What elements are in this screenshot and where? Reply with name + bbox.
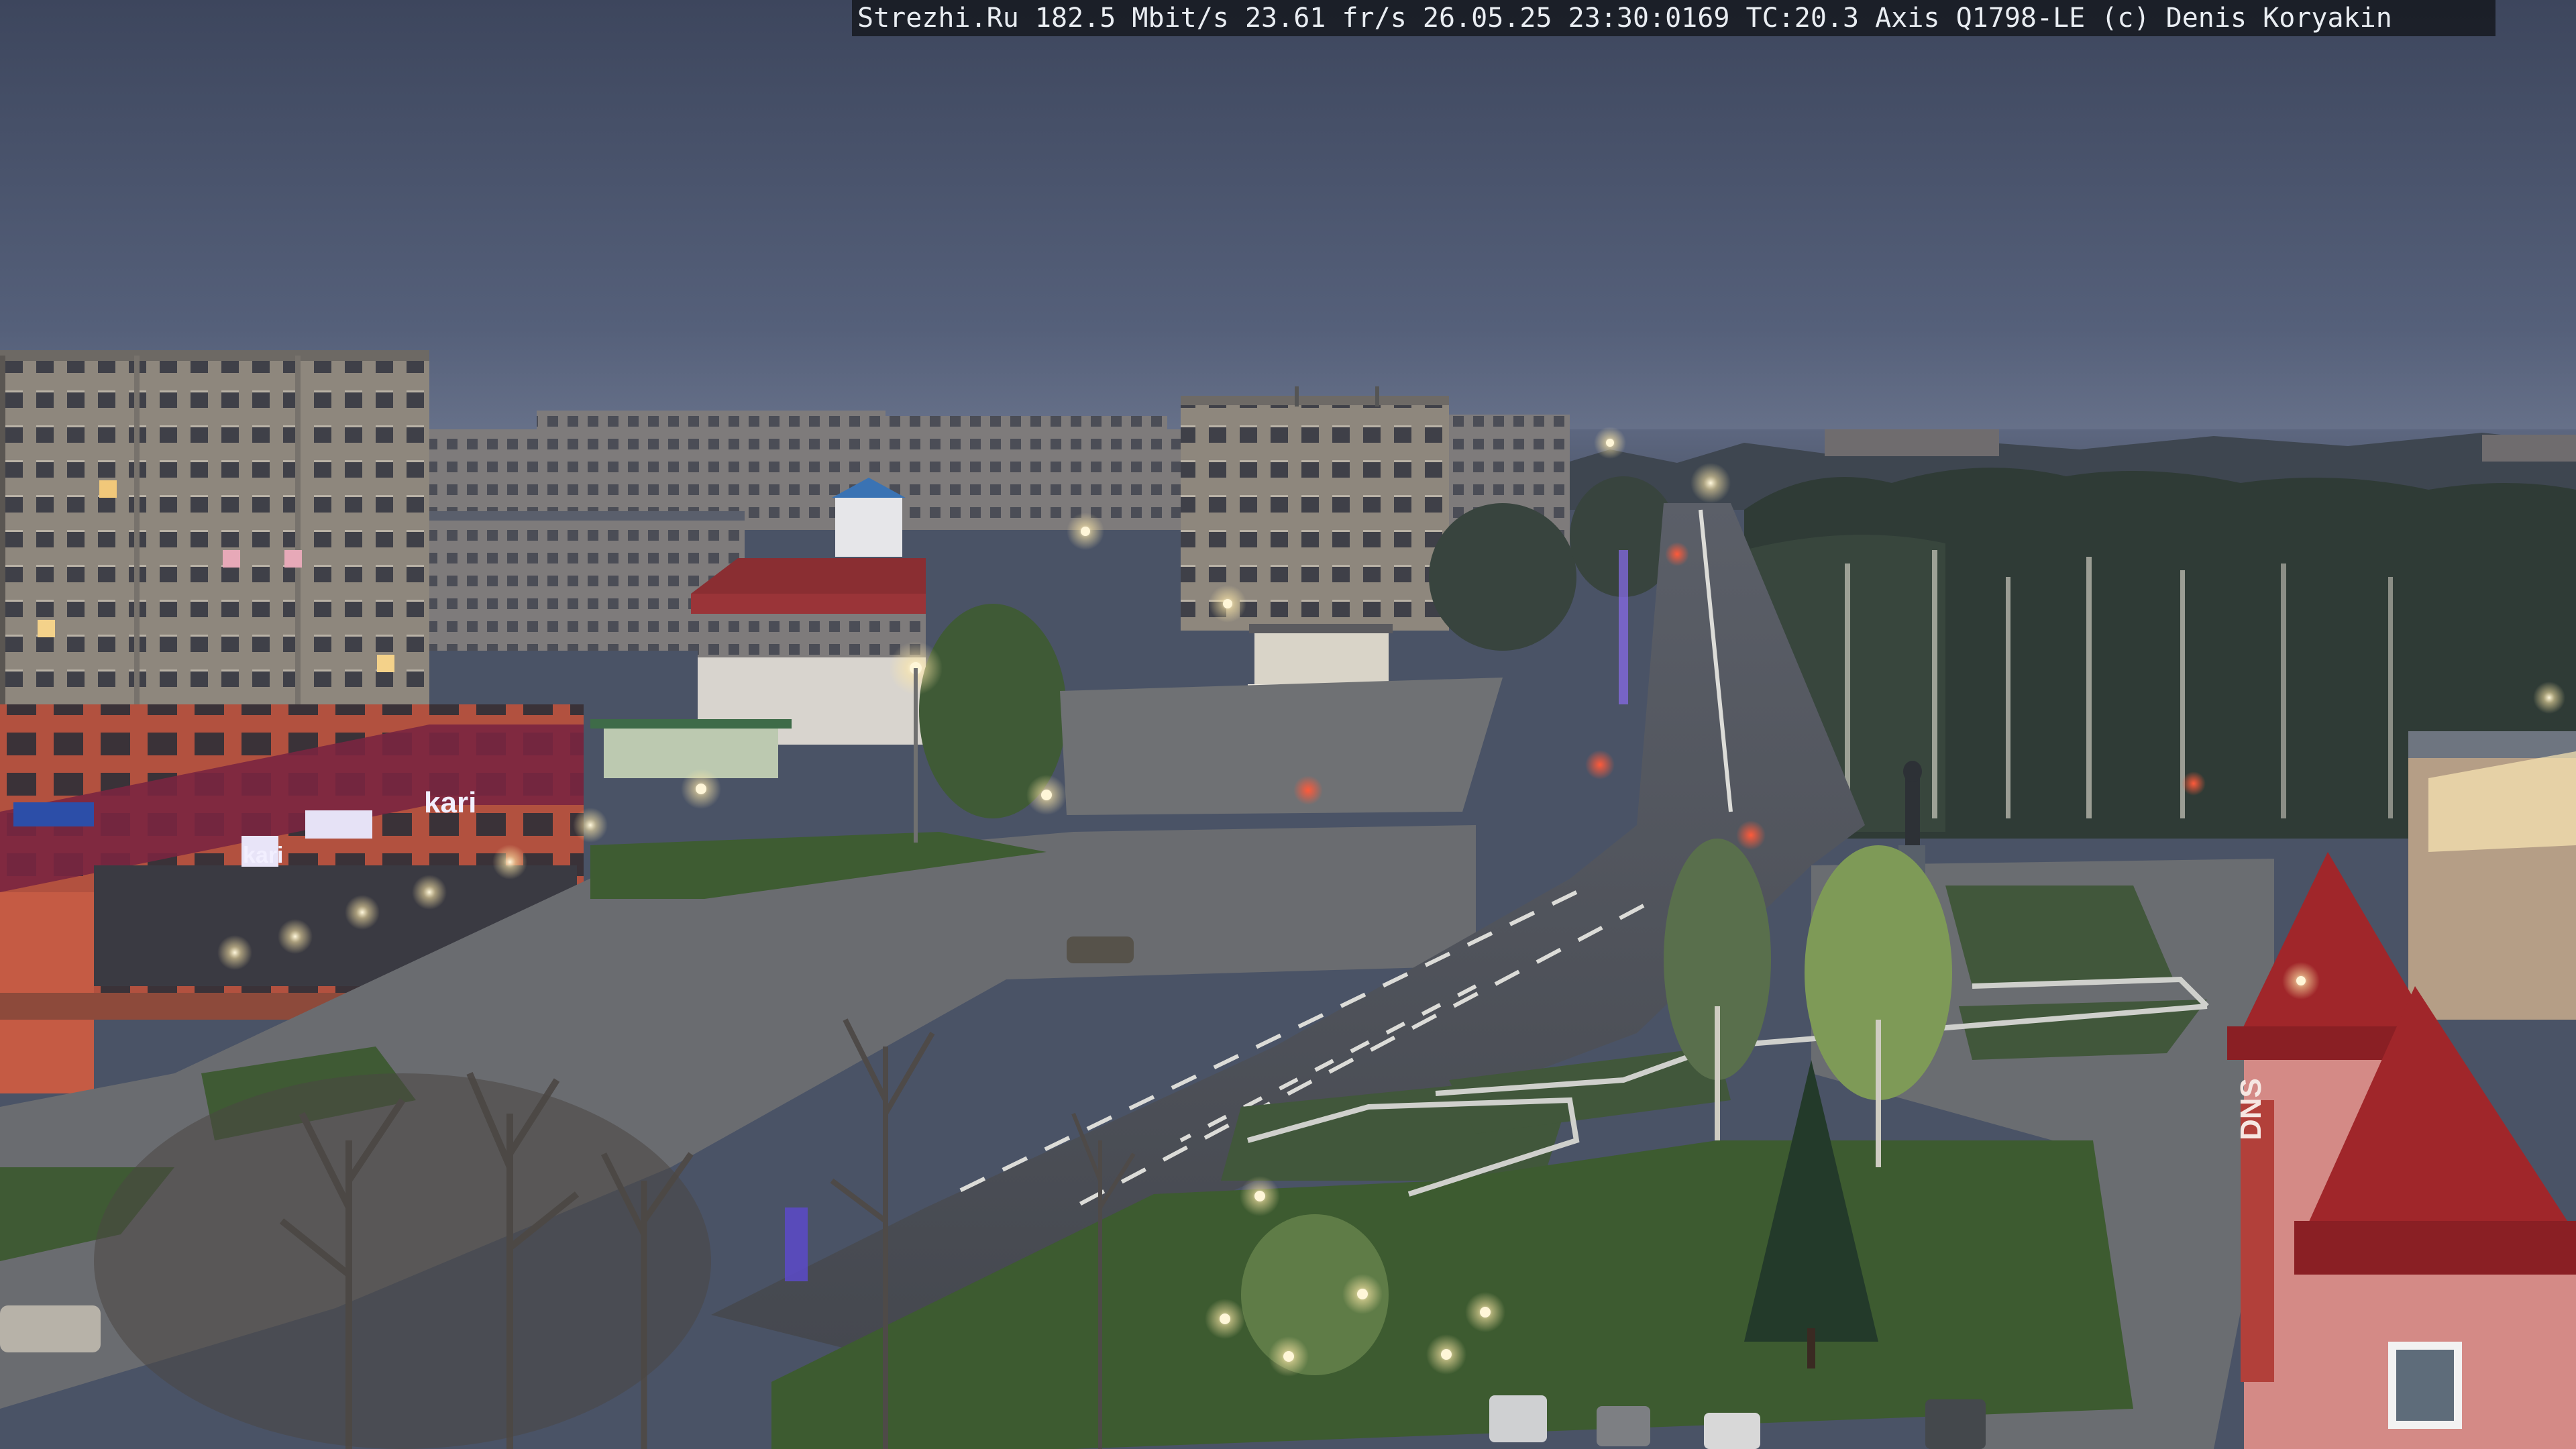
camera-info-overlay: Strezhi.Ru 182.5 Mbit/s 23.61 fr/s 26.05… (852, 0, 2496, 36)
store-sign-dns: DNS (2235, 1078, 2267, 1140)
webcam-scene: kari kari DNS (0, 0, 2576, 1449)
kiosk-building (1254, 631, 1389, 684)
right-dns-building (2227, 731, 2576, 1449)
square-plaza (1060, 678, 1503, 815)
foreground-tree-canopy-left (94, 1073, 711, 1449)
store-sign-kari-small: kari (243, 843, 284, 868)
store-sign-kari: kari (424, 786, 476, 819)
